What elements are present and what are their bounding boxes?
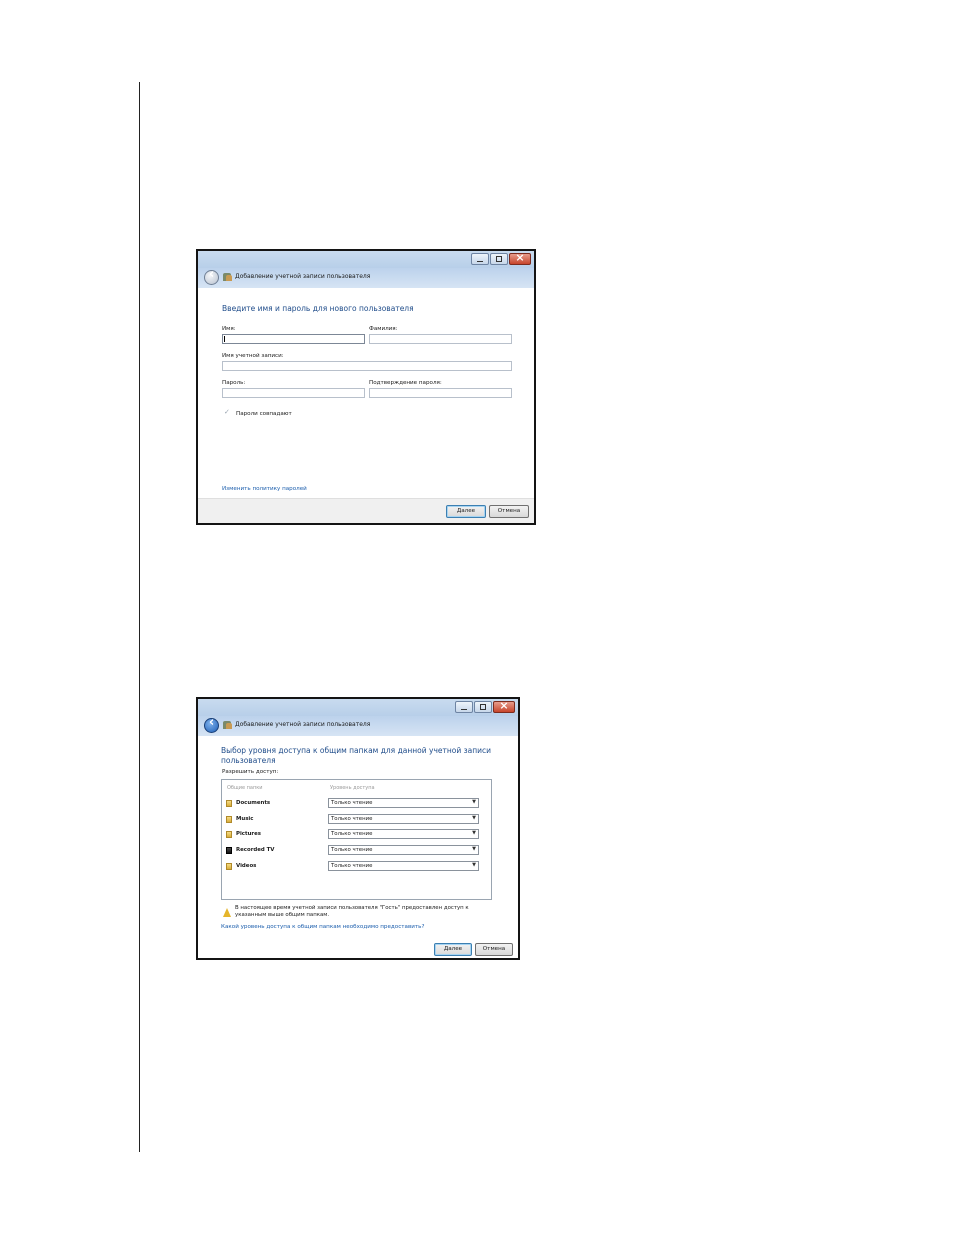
folder-name: Music xyxy=(236,816,254,822)
first-name-label: Имя: xyxy=(222,326,236,332)
account-name-input[interactable] xyxy=(222,361,512,371)
share-access-dialog: Добавление учетной записи пользователя В… xyxy=(196,697,520,960)
access-level-select[interactable]: Только чтение ▼ xyxy=(328,829,479,839)
minimize-icon[interactable] xyxy=(455,701,473,713)
dropdown-arrow-icon: ▼ xyxy=(472,830,476,836)
navigation-bar: Добавление учетной записи пользователя xyxy=(198,715,518,736)
warning-icon xyxy=(223,908,231,917)
folder-name: Videos xyxy=(236,863,257,869)
window-title: Добавление учетной записи пользователя xyxy=(235,721,371,728)
first-name-input[interactable] xyxy=(222,334,365,344)
back-arrow-icon[interactable] xyxy=(204,267,219,285)
folder-row: Recorded TV Только чтение ▼ xyxy=(222,845,491,859)
page-heading: Введите имя и пароль для нового пользова… xyxy=(222,304,414,313)
title-bar xyxy=(198,699,518,716)
dialog-content: Введите имя и пароль для нового пользова… xyxy=(198,288,534,523)
cancel-button[interactable]: Отмена xyxy=(489,505,529,518)
minimize-icon[interactable] xyxy=(471,253,489,265)
folder-icon xyxy=(226,831,232,838)
access-level-select[interactable]: Только чтение ▼ xyxy=(328,861,479,871)
navigation-bar: Добавление учетной записи пользователя xyxy=(198,267,534,288)
folder-name: Pictures xyxy=(236,831,261,837)
window-controls xyxy=(470,251,531,265)
allow-access-label: Разрешить доступ: xyxy=(222,769,279,775)
folder-name: Recorded TV xyxy=(236,847,275,853)
folder-icon xyxy=(226,816,232,823)
folder-row: Music Только чтение ▼ xyxy=(222,814,491,828)
checkmark-icon: ✓ xyxy=(224,408,230,416)
dropdown-arrow-icon: ▼ xyxy=(472,846,476,852)
folder-row: Documents Только чтение ▼ xyxy=(222,798,491,812)
shared-folders-list[interactable]: Общие папки Уровень доступа Documents То… xyxy=(221,779,492,900)
add-user-dialog: Добавление учетной записи пользователя В… xyxy=(196,249,536,525)
dropdown-arrow-icon: ▼ xyxy=(472,862,476,868)
column-header-access-level: Уровень доступа xyxy=(330,785,375,791)
access-level-select[interactable]: Только чтение ▼ xyxy=(328,845,479,855)
page-margin-rule xyxy=(139,82,140,1152)
folder-icon xyxy=(226,863,232,870)
page-heading: Выбор уровня доступа к общим папкам для … xyxy=(221,746,491,765)
guest-access-warning: В настоящее время учетной записи пользов… xyxy=(235,905,469,918)
confirm-password-input[interactable] xyxy=(369,388,512,398)
window-title: Добавление учетной записи пользователя xyxy=(235,273,371,280)
dropdown-arrow-icon: ▼ xyxy=(472,815,476,821)
dialog-content: Выбор уровня доступа к общим папкам для … xyxy=(198,736,518,958)
access-level-value: Только чтение xyxy=(331,816,373,822)
passwords-match-text: Пароли совпадают xyxy=(236,411,292,417)
column-header-folders: Общие папки xyxy=(227,785,263,791)
password-input[interactable] xyxy=(222,388,365,398)
dialog-footer: Далее Отмена xyxy=(198,498,534,523)
account-name-label: Имя учетной записи: xyxy=(222,353,284,359)
access-level-value: Только чтение xyxy=(331,800,373,806)
user-accounts-icon xyxy=(223,273,232,281)
folder-row: Videos Только чтение ▼ xyxy=(222,861,491,875)
folder-name: Documents xyxy=(236,800,271,806)
access-level-value: Только чтение xyxy=(331,831,373,837)
dropdown-arrow-icon: ▼ xyxy=(472,799,476,805)
access-level-select[interactable]: Только чтение ▼ xyxy=(328,798,479,808)
access-level-value: Только чтение xyxy=(331,863,373,869)
next-button[interactable]: Далее xyxy=(434,943,472,956)
confirm-password-label: Подтверждение пароля: xyxy=(369,380,442,386)
password-label: Пароль: xyxy=(222,380,246,386)
access-level-value: Только чтение xyxy=(331,847,373,853)
maximize-icon[interactable] xyxy=(474,701,492,713)
change-password-policy-link[interactable]: Изменить политику паролей xyxy=(222,486,307,492)
last-name-label: Фамилия: xyxy=(369,326,398,332)
access-level-select[interactable]: Только чтение ▼ xyxy=(328,814,479,824)
window-controls xyxy=(454,699,515,713)
folder-row: Pictures Только чтение ▼ xyxy=(222,829,491,843)
back-arrow-icon[interactable] xyxy=(204,715,219,733)
tv-folder-icon xyxy=(226,847,232,854)
title-bar xyxy=(198,251,534,268)
cancel-button[interactable]: Отмена xyxy=(475,943,513,956)
user-accounts-icon xyxy=(223,721,232,729)
access-level-help-link[interactable]: Какой уровень доступа к общим папкам нео… xyxy=(221,924,424,930)
maximize-icon[interactable] xyxy=(490,253,508,265)
next-button[interactable]: Далее xyxy=(446,505,486,518)
folder-icon xyxy=(226,800,232,807)
text-caret xyxy=(224,336,225,342)
close-icon[interactable] xyxy=(493,699,515,713)
close-icon[interactable] xyxy=(509,251,531,265)
last-name-input[interactable] xyxy=(369,334,512,344)
